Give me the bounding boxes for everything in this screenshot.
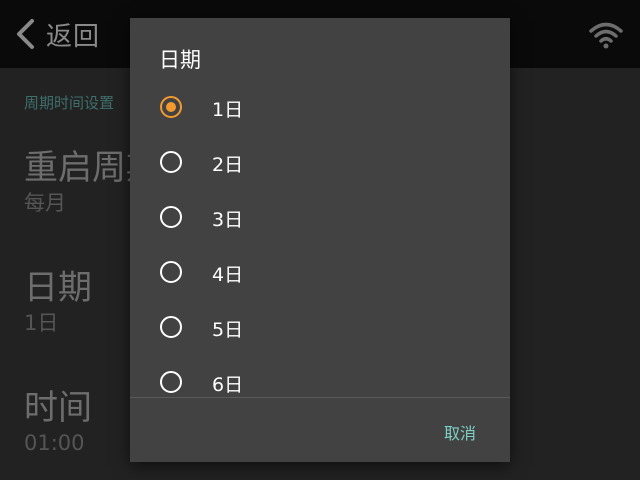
radio-selected-icon bbox=[160, 96, 182, 118]
setting-date[interactable]: 日期 1日 bbox=[24, 268, 92, 338]
radio-unselected-icon bbox=[160, 371, 182, 393]
screen: 返回 周期时间设置 重启周期 每月 日期 1日 时间 01:00 日期 1日 2… bbox=[0, 0, 640, 480]
setting-title: 日期 bbox=[24, 268, 92, 308]
date-option[interactable]: 1日 bbox=[130, 80, 510, 135]
date-option[interactable]: 4日 bbox=[130, 245, 510, 300]
radio-unselected-icon bbox=[160, 206, 182, 228]
cancel-button[interactable]: 取消 bbox=[444, 420, 476, 444]
option-label: 2日 bbox=[212, 154, 244, 176]
back-label: 返回 bbox=[46, 21, 101, 52]
date-option[interactable]: 5日 bbox=[130, 300, 510, 355]
dialog-divider bbox=[130, 397, 510, 398]
setting-title: 时间 bbox=[24, 388, 92, 428]
date-options-list[interactable]: 1日 2日 3日 4日 5日 6日 bbox=[130, 80, 510, 397]
date-picker-dialog: 日期 1日 2日 3日 4日 5日 6日 取消 bbox=[130, 18, 510, 462]
date-option[interactable]: 3日 bbox=[130, 190, 510, 245]
section-header: 周期时间设置 bbox=[24, 94, 115, 112]
date-option[interactable]: 6日 bbox=[130, 355, 510, 397]
option-label: 4日 bbox=[212, 264, 244, 286]
option-label: 3日 bbox=[212, 209, 244, 231]
radio-unselected-icon bbox=[160, 151, 182, 173]
option-label: 5日 bbox=[212, 319, 244, 341]
dialog-title: 日期 bbox=[159, 48, 201, 72]
chevron-left-icon bbox=[14, 18, 36, 50]
radio-unselected-icon bbox=[160, 261, 182, 283]
option-label: 1日 bbox=[212, 99, 244, 121]
radio-unselected-icon bbox=[160, 316, 182, 338]
wifi-icon bbox=[588, 20, 624, 54]
back-button[interactable]: 返回 bbox=[14, 14, 100, 54]
option-label: 6日 bbox=[212, 374, 244, 396]
setting-time[interactable]: 时间 01:00 bbox=[24, 388, 92, 458]
date-option[interactable]: 2日 bbox=[130, 135, 510, 190]
setting-value: 1日 bbox=[24, 311, 59, 335]
setting-value: 01:00 bbox=[24, 431, 85, 455]
